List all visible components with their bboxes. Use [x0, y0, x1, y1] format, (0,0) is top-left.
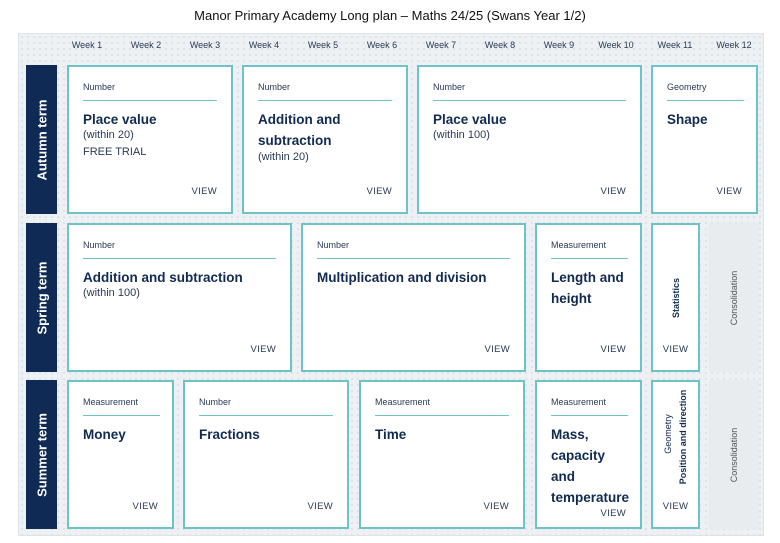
week-header-7: Week 7 [425, 40, 457, 50]
unit-title: Multiplication and division [317, 270, 487, 285]
term-label-summer: Summer term [26, 380, 57, 529]
term-label-summer-text: Summer term [34, 412, 49, 497]
divider [433, 100, 626, 101]
unit-card-spring-statistics[interactable]: Statistics VIEW [651, 223, 700, 372]
view-link[interactable]: VIEW [601, 344, 626, 355]
view-link[interactable]: VIEW [308, 501, 333, 512]
view-link[interactable]: VIEW [653, 501, 698, 512]
unit-card-summer-time[interactable]: Measurement Time VIEW [359, 380, 525, 529]
term-label-autumn-text: Autumn term [34, 99, 49, 180]
consolidation-block-summer: Consolidation [709, 380, 759, 529]
unit-title-line-1: Addition and [258, 112, 341, 127]
unit-subtitle: (within 20) [258, 151, 309, 163]
unit-card-summer-position-direction[interactable]: Geometry Position and direction VIEW [651, 380, 700, 529]
view-link[interactable]: VIEW [251, 344, 276, 355]
unit-category: Measurement [83, 397, 139, 407]
unit-card-spring-addition-subtraction-100[interactable]: Number Addition and subtraction (within … [67, 223, 292, 372]
consolidation-label: Consolidation [729, 427, 739, 482]
term-label-spring-text: Spring term [34, 261, 49, 334]
view-link[interactable]: VIEW [192, 186, 217, 197]
divider [258, 100, 392, 101]
week-header-2: Week 2 [130, 40, 162, 50]
unit-category: Number [83, 82, 116, 92]
divider [317, 258, 510, 259]
divider [667, 100, 744, 101]
view-link[interactable]: VIEW [484, 501, 509, 512]
unit-category: Measurement [551, 240, 607, 250]
unit-category: Number [199, 397, 232, 407]
unit-category: Geometry [663, 414, 673, 454]
week-header-4: Week 4 [248, 40, 280, 50]
unit-title: Shape [667, 112, 708, 127]
week-header-3: Week 3 [189, 40, 221, 50]
unit-card-autumn-addition-subtraction-20[interactable]: Number Addition and subtraction (within … [242, 65, 408, 214]
unit-category: Measurement [551, 397, 607, 407]
week-header-11: Week 11 [657, 40, 693, 50]
divider [551, 415, 628, 416]
unit-title-line-1: Length and [551, 270, 624, 285]
unit-category: Measurement [375, 397, 431, 407]
unit-category: Number [83, 240, 116, 250]
unit-card-summer-fractions[interactable]: Number Fractions VIEW [183, 380, 349, 529]
unit-subtitle: (within 20) [83, 129, 134, 141]
unit-category: Number [317, 240, 350, 250]
divider [83, 415, 160, 416]
unit-subtitle: (within 100) [83, 287, 140, 299]
unit-title: Fractions [199, 427, 260, 442]
unit-title-line-2: subtraction [258, 133, 332, 148]
unit-card-autumn-place-value-100[interactable]: Number Place value (within 100) VIEW [417, 65, 642, 214]
week-header-5: Week 5 [307, 40, 339, 50]
unit-category: Number [433, 82, 466, 92]
unit-title-line-4: temperature [551, 490, 630, 505]
unit-card-autumn-place-value-20[interactable]: Number Place value (within 20) FREE TRIA… [67, 65, 233, 214]
view-link[interactable]: VIEW [653, 344, 698, 355]
unit-title: Time [375, 427, 407, 442]
view-link[interactable]: VIEW [601, 186, 626, 197]
unit-subtitle: (within 100) [433, 129, 490, 141]
view-link[interactable]: VIEW [717, 186, 742, 197]
divider [199, 415, 333, 416]
week-header-8: Week 8 [484, 40, 516, 50]
divider [83, 100, 217, 101]
unit-card-spring-length-height[interactable]: Measurement Length and height VIEW [535, 223, 642, 372]
view-link[interactable]: VIEW [485, 344, 510, 355]
free-trial-label: FREE TRIAL [83, 146, 147, 158]
page-title: Manor Primary Academy Long plan – Maths … [194, 8, 586, 23]
week-header-9: Week 9 [543, 40, 575, 50]
week-header-6: Week 6 [366, 40, 398, 50]
unit-card-summer-money[interactable]: Measurement Money VIEW [67, 380, 174, 529]
unit-card-autumn-shape[interactable]: Geometry Shape VIEW [651, 65, 758, 214]
term-label-autumn: Autumn term [26, 65, 57, 214]
unit-card-summer-mass-capacity-temperature[interactable]: Measurement Mass, capacity and temperatu… [535, 380, 642, 529]
week-header-1: Week 1 [71, 40, 103, 50]
view-link[interactable]: VIEW [367, 186, 392, 197]
unit-title-line-3: and [551, 469, 576, 484]
unit-category: Geometry [667, 82, 707, 92]
unit-title-line-2: capacity [551, 448, 606, 463]
unit-card-spring-multiplication-division[interactable]: Number Multiplication and division VIEW [301, 223, 526, 372]
view-link[interactable]: VIEW [133, 501, 158, 512]
view-link[interactable]: VIEW [601, 508, 626, 519]
divider [83, 258, 276, 259]
divider [551, 258, 628, 259]
unit-title: Position and direction [678, 389, 688, 485]
term-label-spring: Spring term [26, 223, 57, 372]
unit-title-line-1: Mass, [551, 427, 589, 442]
unit-category: Number [258, 82, 291, 92]
week-header-10: Week 10 [598, 40, 634, 50]
divider [375, 415, 509, 416]
week-header-12: Week 12 [716, 40, 752, 50]
consolidation-label: Consolidation [729, 270, 739, 325]
unit-title-line-2: height [551, 291, 592, 306]
consolidation-block-spring: Consolidation [709, 223, 759, 372]
unit-title: Money [83, 427, 126, 442]
unit-title: Statistics [670, 277, 681, 318]
